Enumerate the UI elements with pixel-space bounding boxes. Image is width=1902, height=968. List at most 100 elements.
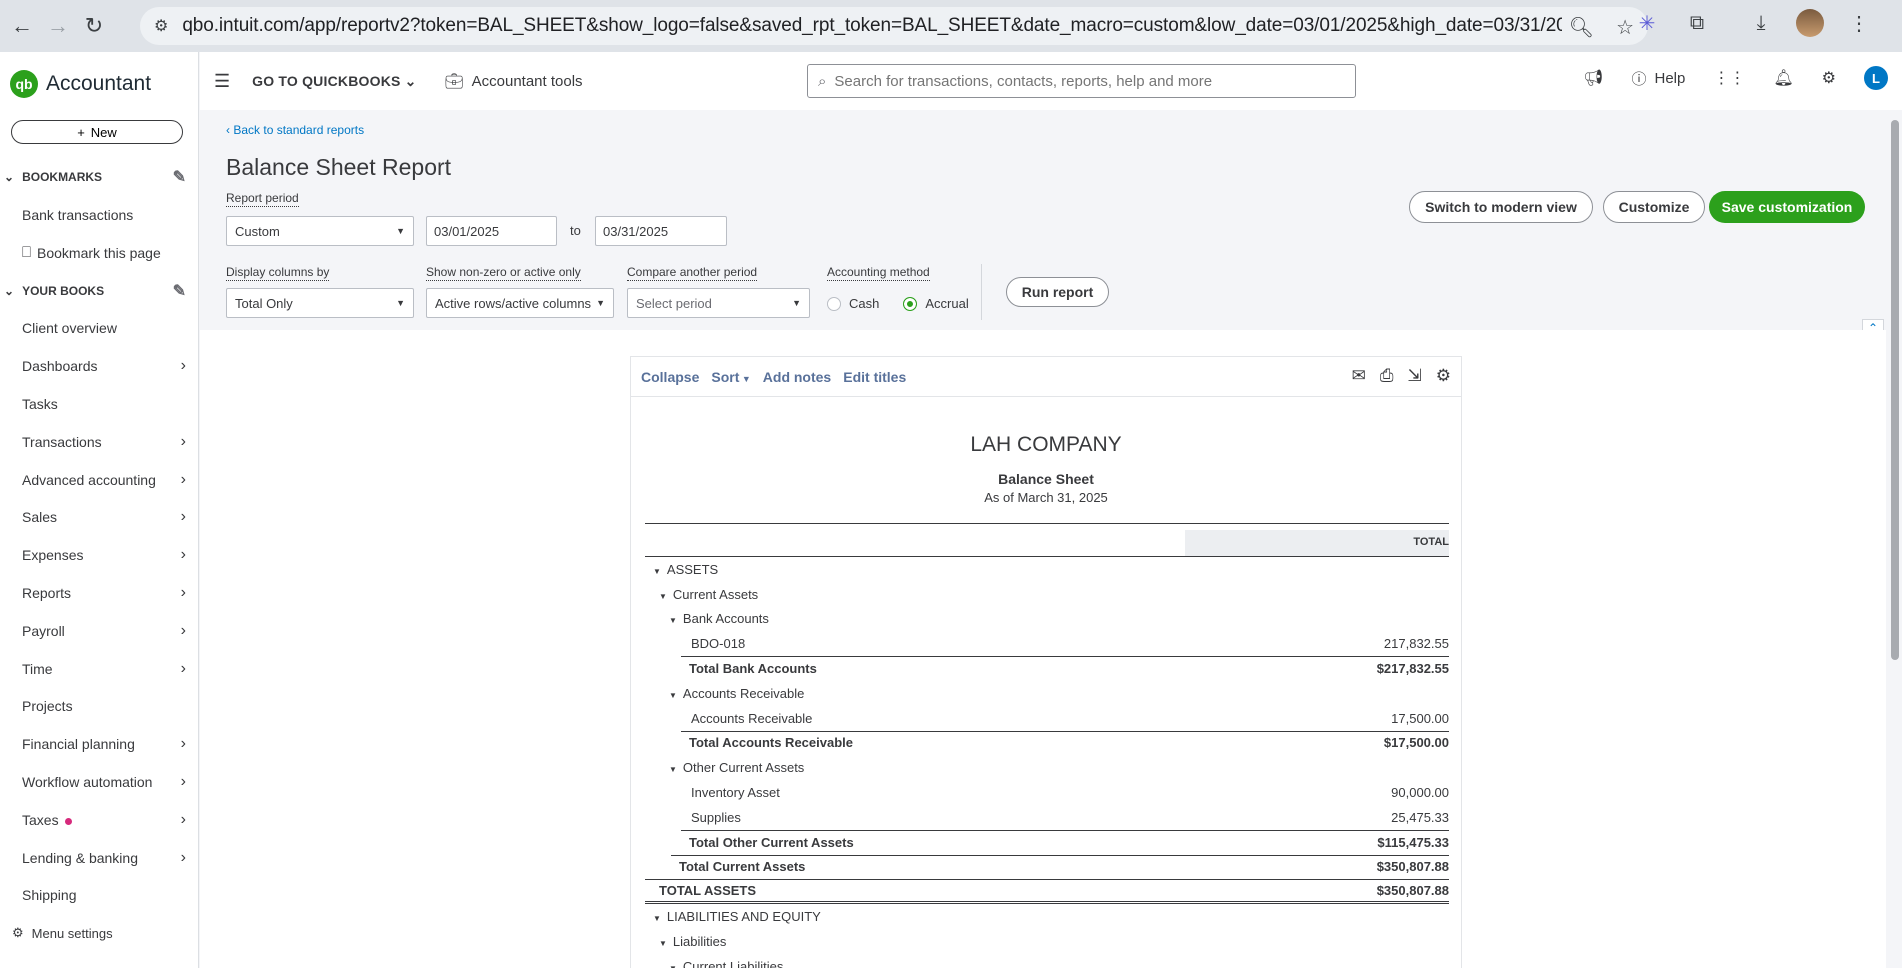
profile-avatar[interactable] — [1796, 9, 1824, 37]
sort-button[interactable]: Sort ▼ — [711, 369, 750, 385]
menu-settings[interactable]: ⚙ Menu settings — [0, 914, 198, 952]
sidebar-item-financial-planning[interactable]: Financial planning › — [0, 725, 198, 763]
table-row[interactable]: ▼ Accounts Receivable — [645, 681, 1449, 706]
table-row[interactable]: ▼ Current Assets — [645, 582, 1449, 607]
row-amount[interactable]: $115,475.33 — [1377, 835, 1449, 850]
row-amount[interactable]: $350,807.88 — [1377, 859, 1449, 874]
table-row[interactable]: Total Other Current Assets $115,475.33 — [645, 829, 1449, 855]
collapse-menu-icon[interactable]: ☰ — [214, 71, 230, 92]
edit-pencil-icon[interactable]: ✎ — [173, 167, 186, 187]
email-icon[interactable]: ✉ — [1352, 366, 1366, 386]
table-row[interactable]: Total Current Assets $350,807.88 — [645, 854, 1449, 880]
collapse-triangle-icon[interactable]: ▼ — [669, 691, 677, 700]
sidebar-item-workflow-automation[interactable]: Workflow automation › — [0, 763, 198, 801]
sidebar-item-time[interactable]: Time › — [0, 650, 198, 688]
collapse-triangle-icon[interactable]: ▼ — [669, 964, 677, 968]
sidebar-item-payroll[interactable]: Payroll › — [0, 612, 198, 650]
table-row[interactable]: TOTAL ASSETS $350,807.88 — [645, 879, 1449, 905]
zoom-icon[interactable]: 🔍︎ — [1569, 15, 1594, 40]
report-period-select[interactable]: Custom ▼ — [226, 216, 414, 246]
extensions-puzzle-icon[interactable]: ⧉ — [1682, 8, 1712, 38]
add-notes-button[interactable]: Add notes — [763, 369, 831, 385]
settings-gear-icon[interactable]: ⚙ — [1822, 68, 1836, 88]
sidebar-item-tasks[interactable]: Tasks — [0, 385, 198, 423]
table-row[interactable]: Total Accounts Receivable $17,500.00 — [645, 730, 1449, 756]
accrual-radio[interactable] — [903, 296, 918, 311]
sidebar-item-advanced-accounting[interactable]: Advanced accounting › — [0, 461, 198, 499]
url-text[interactable]: qbo.intuit.com/app/reportv2?token=BAL_SH… — [182, 15, 1562, 37]
table-row[interactable]: ▼ Liabilities — [645, 929, 1449, 954]
row-amount[interactable]: $350,807.88 — [1377, 883, 1449, 898]
to-date-input[interactable]: 03/31/2025 — [595, 216, 727, 246]
report-title[interactable]: Balance Sheet — [631, 471, 1461, 487]
print-icon[interactable]: ⎙ — [1380, 366, 1394, 386]
accountant-tools-button[interactable]: 💼︎ Accountant tools — [445, 72, 583, 91]
sidebar-item-lending-banking[interactable]: Lending & banking › — [0, 839, 198, 877]
company-name[interactable]: LAH COMPANY — [631, 433, 1461, 457]
sidebar-item-taxes[interactable]: Taxes › — [0, 801, 198, 839]
table-row[interactable]: Supplies 25,475.33 — [645, 805, 1449, 830]
row-amount[interactable]: 17,500.00 — [1391, 711, 1449, 726]
table-row[interactable]: ▼ Other Current Assets — [645, 755, 1449, 780]
display-columns-select[interactable]: Total Only ▼ — [226, 288, 414, 318]
back-to-reports-link[interactable]: ‹ Back to standard reports — [226, 123, 364, 137]
row-amount[interactable]: 217,832.55 — [1384, 636, 1449, 651]
collapse-triangle-icon[interactable]: ▼ — [653, 567, 661, 576]
go-to-quickbooks-dropdown[interactable]: GO TO QUICKBOOKS ⌄ — [252, 73, 416, 90]
your-books-section-header[interactable]: ⌄ YOUR BOOKS ✎ — [0, 272, 198, 310]
megaphone-icon[interactable]: 📢︎ — [1583, 68, 1603, 88]
collapse-triangle-icon[interactable]: ▼ — [653, 914, 661, 923]
row-amount[interactable]: 90,000.00 — [1391, 785, 1449, 800]
site-info-icon[interactable]: ⚙ — [154, 16, 168, 36]
address-bar[interactable]: ⚙ qbo.intuit.com/app/reportv2?token=BAL_… — [140, 7, 1648, 45]
sidebar-item-transactions[interactable]: Transactions › — [0, 423, 198, 461]
row-amount[interactable]: $217,832.55 — [1377, 661, 1449, 676]
export-icon[interactable]: ⇲ — [1408, 366, 1422, 386]
download-icon[interactable]: ⤓ — [1746, 8, 1776, 38]
sidebar-item-reports[interactable]: Reports › — [0, 574, 198, 612]
edit-titles-button[interactable]: Edit titles — [843, 369, 906, 385]
customize-button[interactable]: Customize — [1603, 191, 1705, 223]
back-arrow-icon[interactable]: ← — [4, 8, 40, 44]
collapse-triangle-icon[interactable]: ▼ — [669, 616, 677, 625]
settings-gear-icon[interactable]: ⚙ — [1436, 366, 1451, 386]
table-row[interactable]: ▼ Bank Accounts — [645, 607, 1449, 632]
table-row[interactable]: ▼ ASSETS — [645, 557, 1449, 582]
reload-icon[interactable]: ↻ — [76, 8, 112, 44]
sidebar-item-bookmark-this-page[interactable]: ⎕ Bookmark this page — [0, 234, 198, 272]
sidebar-item-client-overview[interactable]: Client overview — [0, 310, 198, 348]
table-row[interactable]: Total Bank Accounts $217,832.55 — [645, 656, 1449, 681]
sidebar-item-dashboards[interactable]: Dashboards › — [0, 347, 198, 385]
non-zero-select[interactable]: Active rows/active columns ▼ — [426, 288, 614, 318]
switch-modern-view-button[interactable]: Switch to modern view — [1409, 191, 1593, 223]
forward-arrow-icon[interactable]: → — [40, 8, 76, 44]
save-customization-button[interactable]: Save customization — [1709, 191, 1865, 223]
collapse-triangle-icon[interactable]: ▼ — [659, 592, 667, 601]
row-amount[interactable]: 25,475.33 — [1391, 810, 1449, 825]
brand[interactable]: qb Accountant — [0, 52, 198, 116]
cash-radio[interactable] — [827, 296, 841, 311]
table-row[interactable]: ▼ Current Liabilities — [645, 954, 1449, 968]
run-report-button[interactable]: Run report — [1006, 277, 1109, 307]
new-button[interactable]: + New — [11, 120, 183, 144]
scroll-thumb[interactable] — [1891, 120, 1899, 660]
page-scrollbar[interactable] — [1886, 110, 1902, 968]
extension-sparkle-icon[interactable]: ✳ — [1632, 8, 1662, 38]
user-avatar[interactable]: L — [1864, 66, 1888, 90]
sidebar-item-bank-transactions[interactable]: Bank transactions — [0, 196, 198, 234]
help-button[interactable]: ⓘ Help — [1631, 68, 1685, 89]
edit-pencil-icon[interactable]: ✎ — [173, 281, 186, 301]
sidebar-item-sales[interactable]: Sales › — [0, 499, 198, 537]
collapse-triangle-icon[interactable]: ▼ — [659, 939, 667, 948]
search-input[interactable] — [834, 72, 1315, 90]
table-row[interactable]: BDO-018 217,832.55 — [645, 631, 1449, 656]
collapse-triangle-icon[interactable]: ▼ — [669, 765, 677, 774]
more-menu-icon[interactable]: ⋮ — [1844, 8, 1874, 38]
collapse-button[interactable]: Collapse — [641, 369, 699, 385]
sidebar-item-shipping[interactable]: Shipping — [0, 877, 198, 915]
apps-grid-icon[interactable]: ⋮⋮ — [1713, 68, 1745, 88]
sidebar-item-expenses[interactable]: Expenses › — [0, 536, 198, 574]
from-date-input[interactable]: 03/01/2025 — [426, 216, 557, 246]
compare-period-select[interactable]: Select period ▼ — [627, 288, 810, 318]
search-box[interactable]: ⌕ — [807, 64, 1356, 98]
